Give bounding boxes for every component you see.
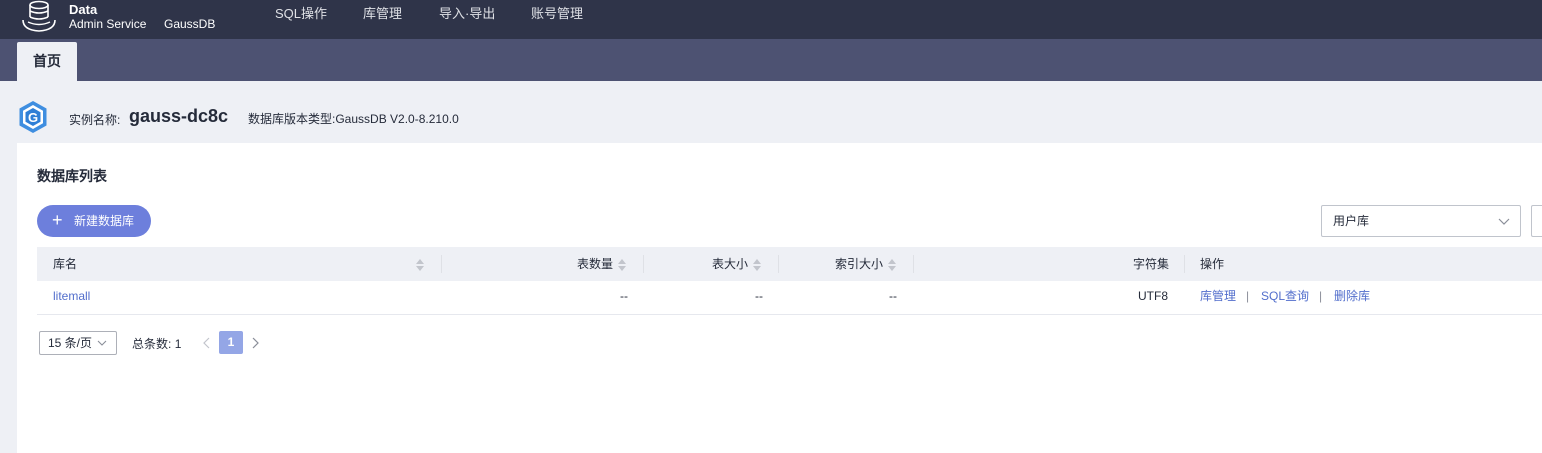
chevron-down-icon [1498,218,1510,225]
column-divider [1184,255,1185,273]
page-number-current[interactable]: 1 [219,331,243,354]
page-size-value: 15 条/页 [48,336,93,350]
instance-name-label: 实例名称: [69,113,121,127]
col-header-table-count: 表数量 [577,257,614,271]
total-value: 1 [174,337,182,351]
cell-index-size: -- [889,289,897,303]
col-header-db-name: 库名 [53,257,78,271]
total-count: 总条数: 1 [132,335,181,352]
db-version-value: GaussDB V2.0-8.210.0 [335,112,459,126]
cell-table-count: -- [620,289,628,303]
plus-icon: + [52,210,63,230]
op-separator: | [1246,289,1250,303]
sort-icon[interactable] [416,258,424,272]
db-name-link[interactable]: litemall [53,281,90,314]
chevron-down-icon [97,340,107,346]
tab-home[interactable]: 首页 [17,42,77,81]
col-header-charset: 字符集 [1133,257,1170,271]
svg-text:G: G [28,110,38,125]
gaussdb-logo-icon: G [19,101,47,133]
new-database-label: 新建数据库 [74,214,135,228]
table-row: litemall -- -- -- UTF8 库管理 | SQL查询 | 删除库 [37,281,1542,315]
db-type-select[interactable]: 用户库 [1321,205,1521,237]
nav-sql-operations[interactable]: SQL操作 [275,6,327,22]
col-header-index-size: 索引大小 [835,257,884,271]
top-nav-bar: Data Admin Service GaussDB SQL操作 库管理 导入·… [0,0,1542,39]
nav-db-management[interactable]: 库管理 [363,6,402,22]
card-title: 数据库列表 [37,168,107,184]
column-divider [441,255,442,273]
col-header-table-size: 表大小 [712,257,749,271]
nav-import-export[interactable]: 导入·导出 [439,6,495,22]
tabs-bar: 首页 [0,39,1542,81]
database-logo-icon [22,0,56,32]
db-version-type: 数据库版本类型:GaussDB V2.0-8.210.0 [248,110,459,127]
op-delete-db-link[interactable]: 删除库 [1334,281,1370,314]
total-label: 总条数: [132,337,172,351]
column-divider [643,255,644,273]
op-separator: | [1319,289,1323,303]
cell-charset: UTF8 [1138,289,1168,303]
table-header: 库名 表数量 表大小 索引大小 字符集 操作 [37,247,1542,281]
sort-icon[interactable] [618,258,626,272]
page-size-select[interactable]: 15 条/页 [39,331,117,355]
cell-table-size: -- [755,289,763,303]
db-type-select-value: 用户库 [1333,214,1370,228]
database-list-card: 数据库列表 + 新建数据库 用户库 库名 表数量 表大小 索引大小 字符集 操作… [17,143,1542,453]
instance-name: gauss-dc8c [129,106,229,126]
chevron-right-icon[interactable] [248,333,262,353]
column-divider [913,255,914,273]
sort-icon[interactable] [888,258,896,272]
db-version-label: 数据库版本类型: [248,112,336,126]
logo-text-data: Data [69,2,98,17]
op-db-manage-link[interactable]: 库管理 [1200,281,1236,314]
nav-account-management[interactable]: 账号管理 [531,6,583,22]
sort-icon[interactable] [753,258,761,272]
search-input-partial[interactable] [1531,205,1542,237]
chevron-left-icon[interactable] [200,333,214,353]
product-name: GaussDB [164,17,216,31]
op-sql-query-link[interactable]: SQL查询 [1261,281,1309,314]
logo-text-admin-service: Admin Service [69,17,147,31]
column-divider [778,255,779,273]
col-header-operations: 操作 [1200,257,1225,271]
new-database-button[interactable]: + 新建数据库 [37,205,151,237]
